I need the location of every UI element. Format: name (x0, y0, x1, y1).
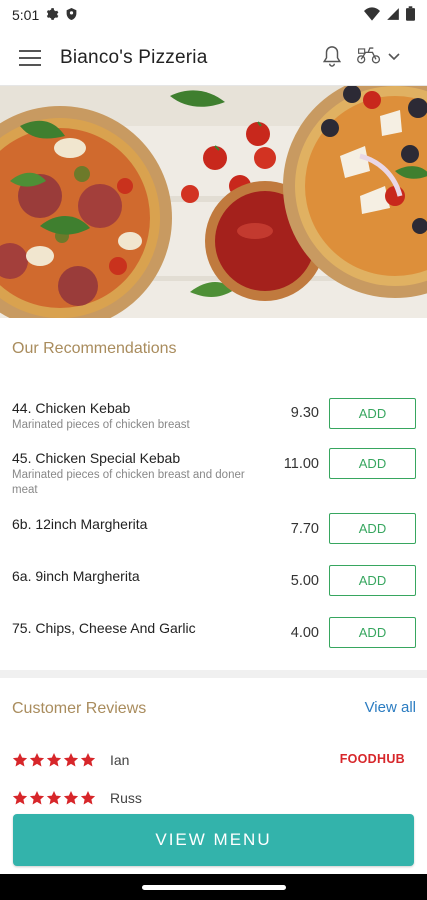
reviewer-name: Ian (110, 752, 130, 768)
battery-icon (406, 6, 415, 24)
menu-item-name: 6a. 9inch Margherita (12, 568, 140, 584)
status-time: 5:01 (12, 7, 40, 23)
menu-item-name: 44. Chicken Kebab (12, 400, 131, 416)
restaurant-title: Bianco's Pizzeria (60, 46, 208, 68)
star-icon (12, 791, 28, 805)
bottom-action-area: VIEW MENU (0, 806, 427, 876)
shield-icon (65, 7, 78, 24)
menu-item-price: 5.00 (290, 573, 319, 589)
signal-icon (386, 7, 400, 24)
star-rating (12, 790, 96, 806)
menu-item-price: 9.30 (290, 405, 319, 421)
menu-item-name: 6b. 12inch Margherita (12, 516, 148, 532)
view-menu-button[interactable]: VIEW MENU (13, 814, 414, 866)
star-icon (63, 753, 79, 767)
settings-gear-icon (45, 7, 59, 24)
add-to-basket-button[interactable]: ADD (329, 398, 416, 429)
star-icon (80, 791, 96, 805)
star-icon (29, 753, 45, 767)
add-to-basket-button[interactable]: ADD (329, 617, 416, 648)
status-bar: 5:01 (0, 0, 427, 30)
menu-item-description: Marinated pieces of chicken breast (12, 419, 190, 431)
star-icon (46, 791, 62, 805)
menu-item-price: 7.70 (290, 521, 319, 537)
reviewer-name: Russ (110, 790, 142, 806)
star-icon (29, 791, 45, 805)
foodhub-logo: FOODHUB (339, 752, 405, 766)
hamburger-menu-icon[interactable] (0, 30, 60, 86)
star-rating (12, 752, 96, 768)
add-to-basket-button[interactable]: ADD (329, 448, 416, 479)
menu-item-price: 11.00 (283, 456, 319, 472)
system-navigation-bar (0, 874, 427, 900)
menu-item-row: 45. Chicken Special Kebab Marinated piec… (0, 448, 427, 504)
section-divider (0, 670, 427, 678)
review-row: Russ (12, 790, 142, 806)
add-to-basket-button[interactable]: ADD (329, 565, 416, 596)
menu-item-row: 6a. 9inch Margherita 5.00 ADD (0, 565, 427, 601)
scooter-icon (356, 45, 382, 70)
menu-item-row: 6b. 12inch Margherita 7.70 ADD (0, 513, 427, 549)
menu-item-description: Marinated pieces of chicken breast and d… (12, 469, 245, 496)
view-all-reviews-link[interactable]: View all (365, 699, 416, 716)
wifi-icon (364, 6, 380, 24)
reviews-title: Customer Reviews (12, 700, 147, 717)
menu-item-name: 75. Chips, Cheese And Garlic (12, 620, 196, 636)
recommendations-title: Our Recommendations (12, 340, 177, 357)
star-icon (63, 791, 79, 805)
review-row: Ian (12, 752, 129, 768)
delivery-mode-selector[interactable] (356, 42, 414, 72)
menu-item-price: 4.00 (290, 625, 319, 641)
menu-item-row: 75. Chips, Cheese And Garlic 4.00 ADD (0, 617, 427, 653)
app-bar: Bianco's Pizzeria (0, 30, 427, 86)
menu-item-name: 45. Chicken Special Kebab (12, 450, 181, 466)
menu-item-row: 44. Chicken Kebab Marinated pieces of ch… (0, 398, 427, 442)
notification-bell-icon[interactable] (316, 40, 348, 72)
add-to-basket-button[interactable]: ADD (329, 513, 416, 544)
hero-pizza-image (0, 86, 427, 318)
star-icon (12, 753, 28, 767)
chevron-down-icon (388, 48, 400, 66)
home-gesture-handle[interactable] (141, 884, 286, 890)
star-icon (46, 753, 62, 767)
star-icon (80, 753, 96, 767)
